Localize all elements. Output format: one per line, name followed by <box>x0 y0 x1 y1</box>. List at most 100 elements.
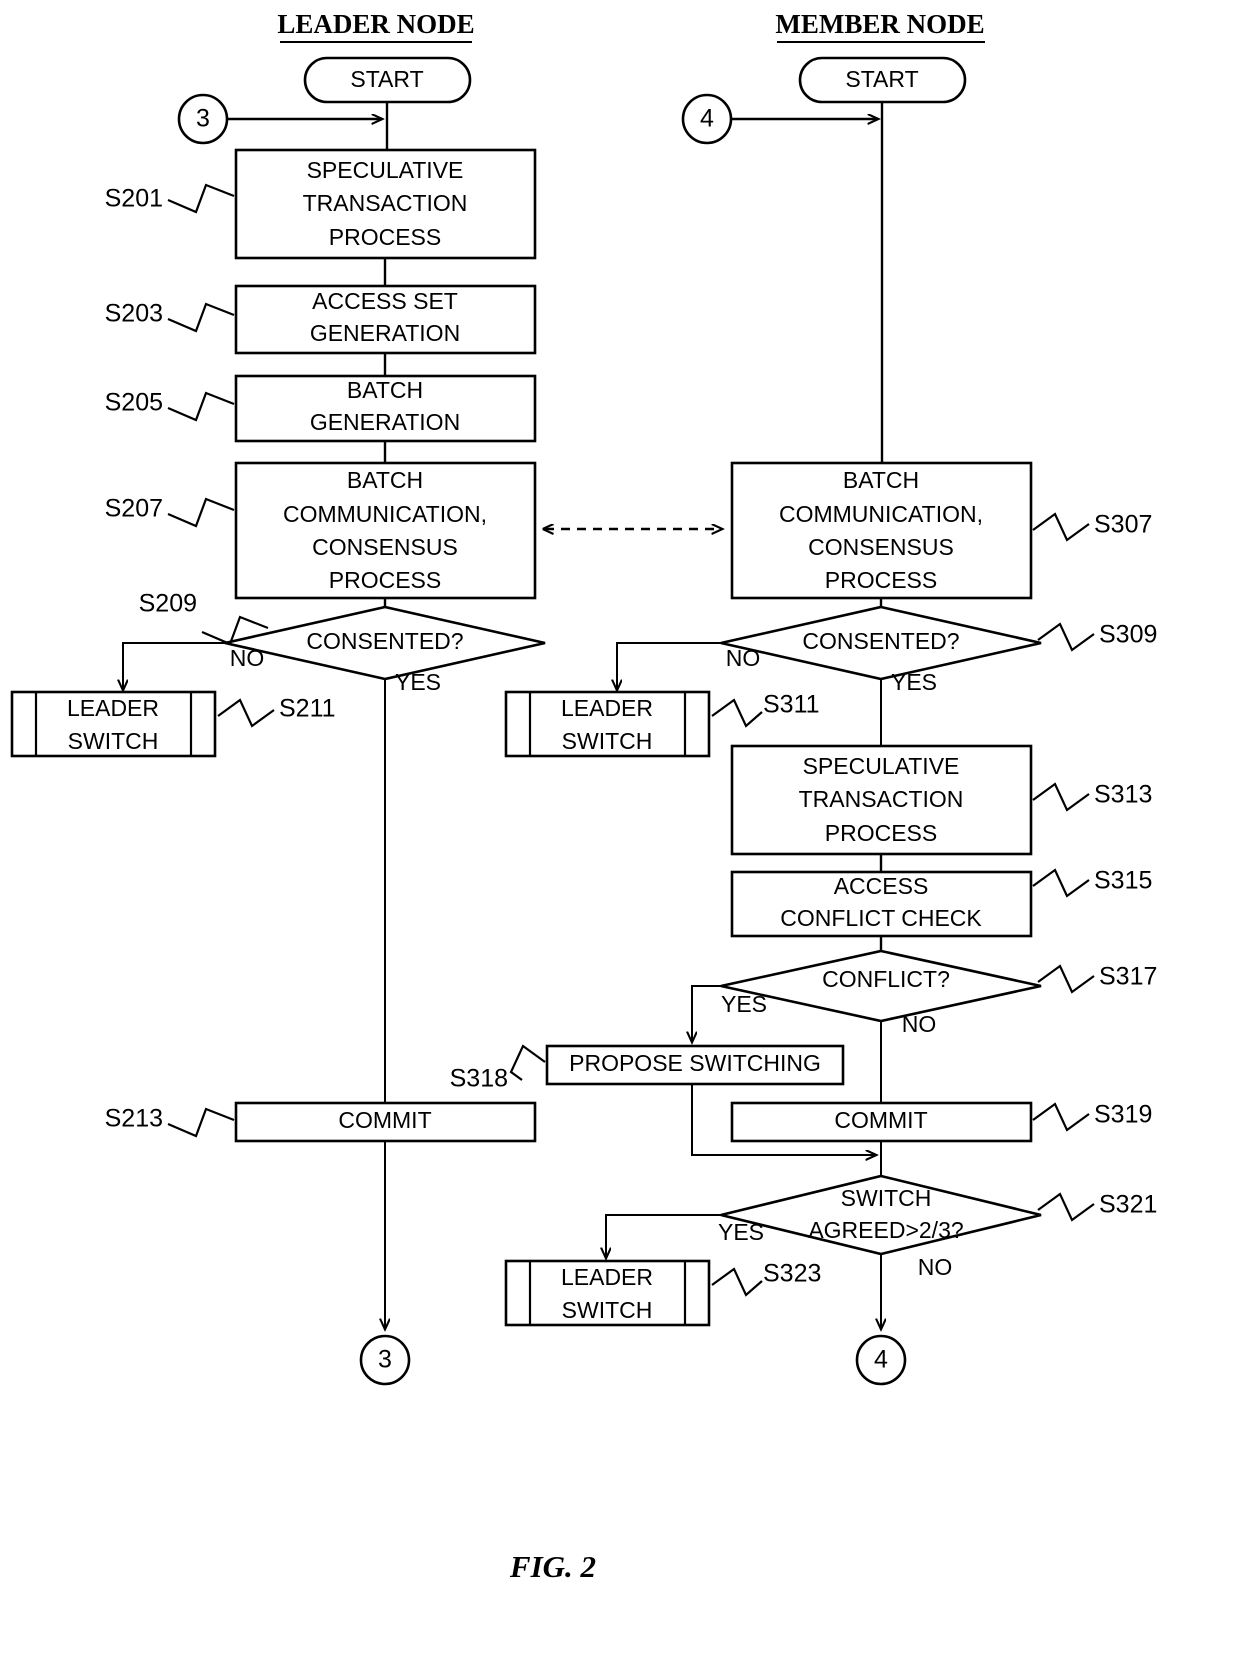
s317-yes-branch-line <box>692 985 721 1042</box>
s201-line-1: SPECULATIVE <box>307 157 464 183</box>
s317-leader-line <box>1037 964 1095 994</box>
s203-line-2: GENERATION <box>310 320 460 346</box>
s311-line-2: SWITCH <box>562 728 653 754</box>
leader-start-label: START <box>350 66 423 92</box>
s307-step-label: S307 <box>1094 511 1152 539</box>
s317-step-label: S317 <box>1099 963 1157 991</box>
node-s315: ACCESS CONFLICT CHECK <box>730 870 1033 938</box>
s315-line-2: CONFLICT CHECK <box>780 905 982 931</box>
s205-leader-line <box>167 391 235 422</box>
node-s313: SPECULATIVE TRANSACTION PROCESS <box>730 744 1033 856</box>
s315-line-1: ACCESS <box>834 873 929 899</box>
node-s311: LEADER SWITCH <box>504 690 711 758</box>
s321-leader-line <box>1037 1192 1095 1222</box>
s313-leader-line <box>1032 782 1090 812</box>
s201-step-label: S201 <box>105 185 163 213</box>
s323-line-2: SWITCH <box>562 1297 653 1323</box>
s309-text: CONSENTED? <box>802 628 959 654</box>
s203-leader-line <box>167 302 235 333</box>
s313-line-2: TRANSACTION <box>799 786 964 812</box>
s319-text: COMMIT <box>834 1107 927 1133</box>
s309-yes-label: YES <box>891 669 937 695</box>
node-s317: CONFLICT? <box>720 949 1042 1023</box>
s319-leader-line <box>1032 1102 1090 1132</box>
s205-step-label: S205 <box>105 389 163 417</box>
s209-yes-label: YES <box>395 669 441 695</box>
s203-line-1: ACCESS SET <box>312 288 458 314</box>
leader-exit-connector: 3 <box>359 1334 411 1386</box>
s323-line-1: LEADER <box>561 1264 653 1290</box>
s315-leader-line <box>1032 868 1090 898</box>
s307-line-3: CONSENSUS <box>808 534 954 560</box>
node-s203: ACCESS SET GENERATION <box>234 284 537 355</box>
s318-text: PROPOSE SWITCHING <box>569 1050 821 1076</box>
s203-step-label: S203 <box>105 300 163 328</box>
flowchart-diagram: LEADER NODE MEMBER NODE START 3 SPECULAT… <box>10 9 1157 1584</box>
s318-leader-line <box>509 1044 546 1081</box>
node-s307: BATCH COMMUNICATION, CONSENSUS PROCESS <box>730 461 1033 600</box>
node-s205: BATCH GENERATION <box>234 374 537 443</box>
member-start-terminal: START <box>798 56 967 104</box>
s211-line-1: LEADER <box>67 695 159 721</box>
s209-text: CONSENTED? <box>306 628 463 654</box>
s309-no-label: NO <box>726 645 761 671</box>
s207-line-2: COMMUNICATION, <box>283 501 487 527</box>
s211-line-2: SWITCH <box>68 728 159 754</box>
node-s323: LEADER SWITCH <box>504 1259 711 1327</box>
s317-text: CONFLICT? <box>822 966 950 992</box>
s207-line-4: PROCESS <box>329 567 441 593</box>
node-s309: CONSENTED? <box>720 605 1042 681</box>
s311-step-label: S311 <box>763 691 820 719</box>
s309-step-label: S309 <box>1099 621 1157 649</box>
figure-caption: FIG. 2 <box>509 1549 596 1584</box>
s201-line-2: TRANSACTION <box>303 190 468 216</box>
s209-no-label: NO <box>230 645 265 671</box>
leader-column-header: LEADER NODE <box>277 9 475 43</box>
s323-leader-line <box>711 1267 763 1297</box>
s311-leader-line <box>711 698 763 728</box>
s323-step-label: S323 <box>763 1260 821 1288</box>
s201-leader-line <box>167 183 235 214</box>
s209-step-label: S209 <box>139 590 197 618</box>
s307-line-4: PROCESS <box>825 567 937 593</box>
s207-leader-line <box>167 497 235 528</box>
member-column-header: MEMBER NODE <box>775 9 985 43</box>
node-s211: LEADER SWITCH <box>10 690 217 758</box>
s205-line-2: GENERATION <box>310 409 460 435</box>
s213-step-label: S213 <box>105 1105 163 1133</box>
s201-line-3: PROCESS <box>329 224 441 250</box>
s321-line-2: AGREED>2/3? <box>808 1217 963 1243</box>
s309-no-branch-line <box>617 642 721 690</box>
s315-step-label: S315 <box>1094 867 1152 895</box>
s207-line-3: CONSENSUS <box>312 534 458 560</box>
member-exit-connector: 4 <box>855 1334 907 1386</box>
s318-step-label: S318 <box>450 1065 508 1093</box>
s307-leader-line <box>1032 512 1090 542</box>
member-start-label: START <box>845 66 918 92</box>
s313-line-3: PROCESS <box>825 820 937 846</box>
s317-no-label: NO <box>902 1011 937 1037</box>
leader-entry-connector: 3 <box>177 93 229 145</box>
leader-node-header-text: LEADER NODE <box>277 9 474 39</box>
leader-exit-connector-label: 3 <box>378 1346 392 1374</box>
s207-step-label: S207 <box>105 495 163 523</box>
s213-text: COMMIT <box>338 1107 431 1133</box>
s211-leader-line <box>217 698 275 728</box>
s319-step-label: S319 <box>1094 1101 1152 1129</box>
node-s207: BATCH COMMUNICATION, CONSENSUS PROCESS <box>234 461 537 600</box>
member-node-header-text: MEMBER NODE <box>775 9 984 39</box>
node-s319: COMMIT <box>730 1101 1033 1143</box>
node-s321: SWITCH AGREED>2/3? <box>720 1174 1042 1256</box>
figure-page: LEADER NODE MEMBER NODE START 3 SPECULAT… <box>0 0 1240 1660</box>
s307-line-2: COMMUNICATION, <box>779 501 983 527</box>
s313-line-1: SPECULATIVE <box>803 753 960 779</box>
s209-no-branch-line <box>123 642 225 690</box>
s213-leader-line <box>167 1107 235 1138</box>
s321-step-label: S321 <box>1099 1191 1157 1219</box>
member-entry-connector: 4 <box>681 93 733 145</box>
s211-step-label: S211 <box>279 695 336 723</box>
s207-line-1: BATCH <box>347 467 423 493</box>
member-exit-connector-label: 4 <box>874 1346 888 1374</box>
leader-entry-connector-label: 3 <box>196 105 210 133</box>
node-s201: SPECULATIVE TRANSACTION PROCESS <box>234 148 537 260</box>
